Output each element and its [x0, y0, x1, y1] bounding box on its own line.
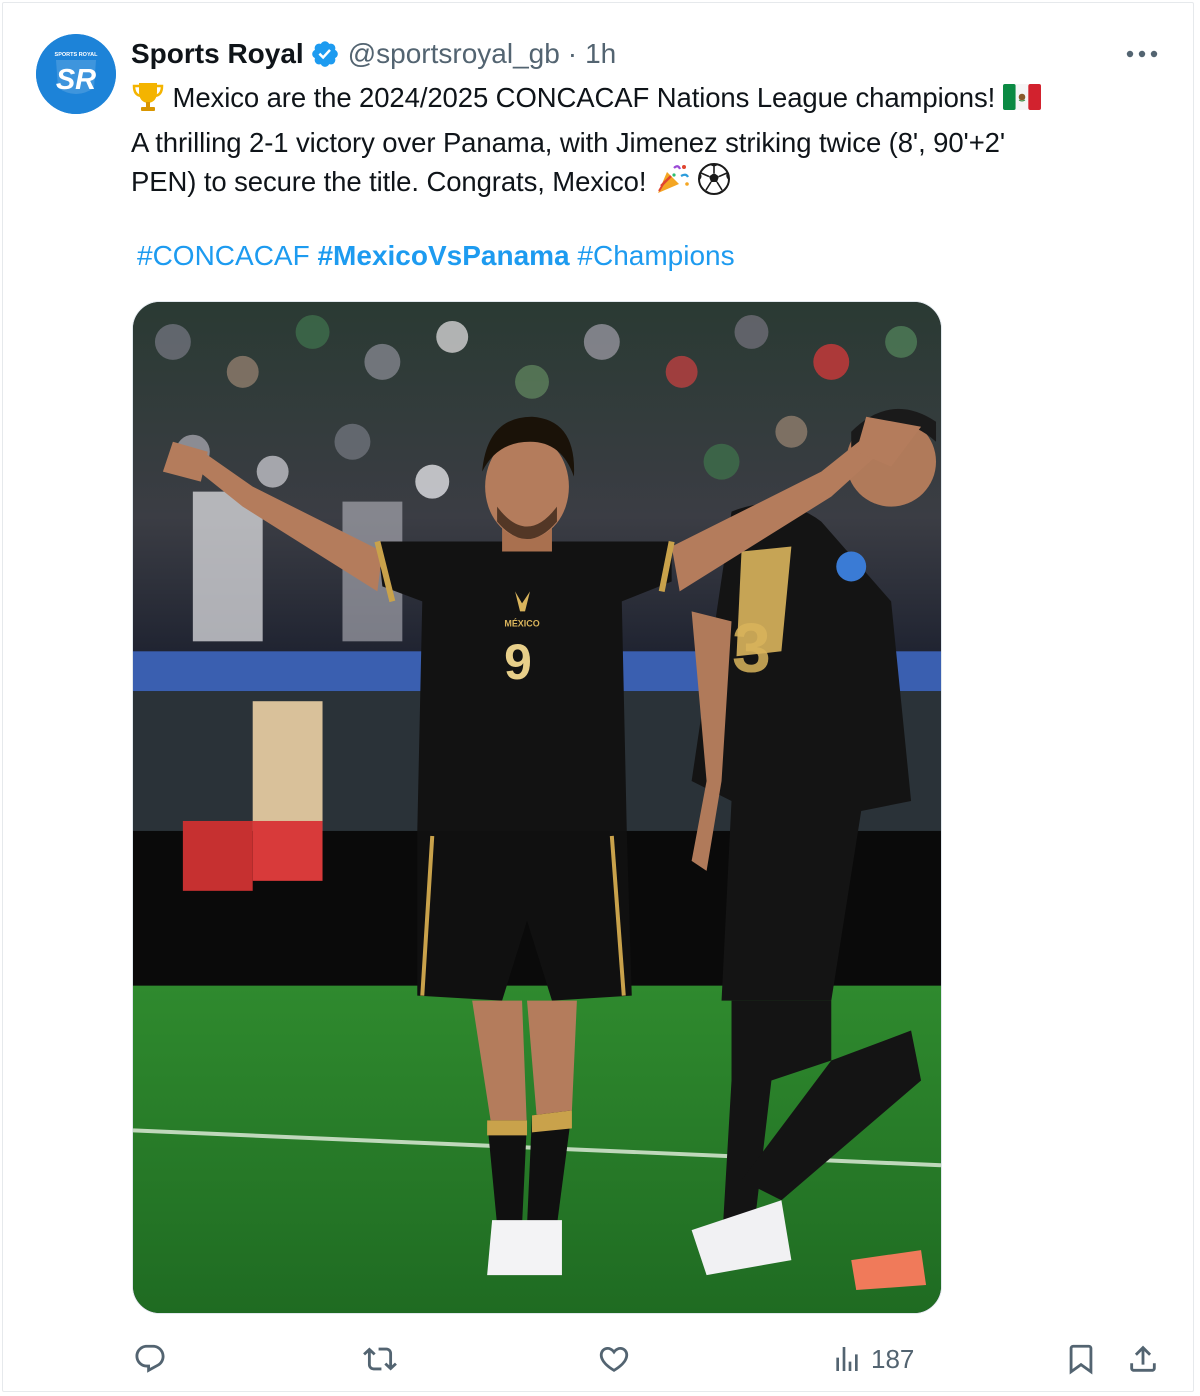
views-count: 187 [871, 1343, 915, 1374]
tweet-line-3: PEN) to secure the title. Congrats, Mexi… [131, 162, 1161, 207]
teammate-number: 3 [732, 608, 771, 686]
tweet-line-1: Mexico are the 2024/2025 CONCACAF Nation… [131, 78, 1161, 123]
sports-royal-logo: SPORTS ROYAL SR [36, 34, 116, 114]
tweet-line-3-text: PEN) to secure the title. Congrats, Mexi… [131, 166, 647, 197]
tweet-header: Sports Royal @sportsroyal_gb · 1h [131, 36, 616, 72]
hashtag-champions[interactable]: #Champions [577, 240, 734, 271]
like-button[interactable] [597, 1336, 631, 1382]
avatar-subtext: SPORTS ROYAL [55, 52, 99, 58]
hashtag-concacaf[interactable]: #CONCACAF [137, 240, 310, 271]
author-avatar[interactable]: SPORTS ROYAL SR [36, 34, 116, 114]
separator-dot: · [567, 38, 578, 69]
mexico-flag-emoji [1002, 82, 1041, 123]
tweet-line-2: A thrilling 2-1 victory over Panama, wit… [131, 126, 1005, 158]
tweet-line-1-text: Mexico are the 2024/2025 CONCACAF Nation… [172, 82, 996, 113]
views-chart-icon [836, 1347, 858, 1371]
jersey-text: MÉXICO [504, 618, 539, 628]
jersey-number: 9 [504, 634, 532, 690]
hashtag-row: #CONCACAF #MexicoVsPanama #Champions [137, 236, 735, 276]
share-icon [1130, 1345, 1156, 1372]
retweet-icon [363, 1347, 397, 1371]
tweet-body: Mexico are the 2024/2025 CONCACAF Nation… [131, 78, 1161, 207]
views-button[interactable]: 187 [831, 1336, 914, 1382]
heart-icon [599, 1346, 629, 1372]
verified-badge-icon[interactable] [310, 39, 340, 69]
soccer-ball-emoji [697, 162, 731, 207]
more-options-button[interactable] [1122, 40, 1162, 68]
trophy-emoji [131, 80, 165, 123]
bookmark-button[interactable] [1064, 1336, 1098, 1382]
share-button[interactable] [1126, 1336, 1160, 1382]
tweet-action-bar: 187 [0, 1336, 1200, 1382]
hashtag-mexicovspanama[interactable]: #MexicoVsPanama [317, 240, 569, 271]
reply-button[interactable] [133, 1336, 167, 1382]
author-display-name[interactable]: Sports Royal [131, 38, 304, 70]
author-handle[interactable]: @sportsroyal_gb [348, 38, 560, 70]
party-popper-emoji [654, 162, 690, 207]
more-dots-icon [1126, 50, 1158, 58]
celebrating-player-image: MÉXICO 9 3 [133, 302, 941, 1313]
avatar-text: SR [56, 64, 96, 96]
bookmark-icon [1069, 1344, 1093, 1375]
tweet-media-photo[interactable]: MÉXICO 9 3 [132, 301, 942, 1314]
tweet-timestamp[interactable]: 1h [585, 38, 616, 70]
retweet-button[interactable] [362, 1336, 398, 1382]
reply-icon [135, 1344, 165, 1373]
